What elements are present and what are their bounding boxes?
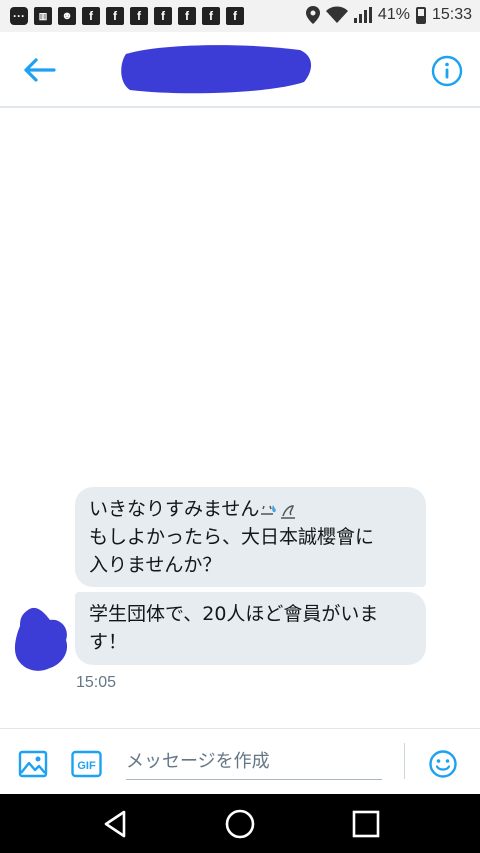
location-icon — [305, 6, 320, 24]
facebook-icon: f — [226, 7, 244, 25]
svg-text:GIF: GIF — [77, 760, 96, 772]
back-arrow-icon[interactable] — [22, 56, 58, 84]
image-icon[interactable] — [18, 749, 48, 779]
gif-button[interactable]: GIF — [71, 749, 102, 779]
message-bubble[interactable]: いきなりすみません もしよかったら、大日本誠櫻會に 入りませんか？ — [75, 487, 426, 587]
status-right: 41% 15:33 — [305, 6, 472, 24]
facebook-icon: f — [178, 7, 196, 25]
conversation-header — [0, 32, 480, 108]
message-bubble[interactable]: 学生団体で、20人ほど會員がいま す！ — [75, 592, 426, 665]
message-line: す！ — [89, 631, 128, 653]
notification-icons: ··· ▥ ☻ f f f f f f f — [10, 7, 244, 25]
battery-percent: 41% — [377, 6, 410, 23]
facebook-icon: f — [82, 7, 100, 25]
message-timestamp: 15:05 — [76, 674, 117, 691]
message-line: いきなりすみません — [89, 495, 412, 523]
nav-home-icon[interactable] — [224, 808, 256, 840]
facebook-icon: f — [202, 7, 220, 25]
signal-icon — [353, 7, 372, 23]
facebook-icon: f — [130, 7, 148, 25]
sweat-smile-emoji-icon — [261, 504, 296, 519]
message-line: 入りませんか？ — [89, 554, 222, 576]
wifi-icon — [325, 6, 348, 23]
battery-icon — [415, 6, 426, 24]
gif-icon: GIF — [71, 750, 102, 778]
compose-divider — [404, 743, 405, 779]
navigation-bar — [0, 794, 480, 853]
message-input[interactable] — [126, 743, 382, 780]
avatar[interactable] — [14, 606, 70, 672]
emoji-icon[interactable] — [428, 749, 458, 779]
redacted-contact-name — [121, 45, 312, 94]
facebook-icon: f — [154, 7, 172, 25]
nav-back-icon[interactable] — [100, 809, 130, 839]
message-line: 学生団体で、20人ほど會員がいま — [89, 603, 379, 625]
message-line: もしよかったら、大日本誠櫻會に — [89, 526, 375, 548]
sim-icon: ▥ — [34, 7, 52, 25]
compose-bar: GIF — [0, 728, 480, 795]
facebook-icon: f — [106, 7, 124, 25]
messages-icon: ··· — [10, 7, 28, 25]
status-time: 15:33 — [431, 6, 472, 23]
info-icon[interactable] — [430, 54, 464, 88]
nav-recent-apps-icon[interactable] — [352, 810, 380, 838]
contact-icon: ☻ — [58, 7, 76, 25]
status-bar: ··· ▥ ☻ f f f f f f f 41% 15:33 — [0, 0, 480, 32]
